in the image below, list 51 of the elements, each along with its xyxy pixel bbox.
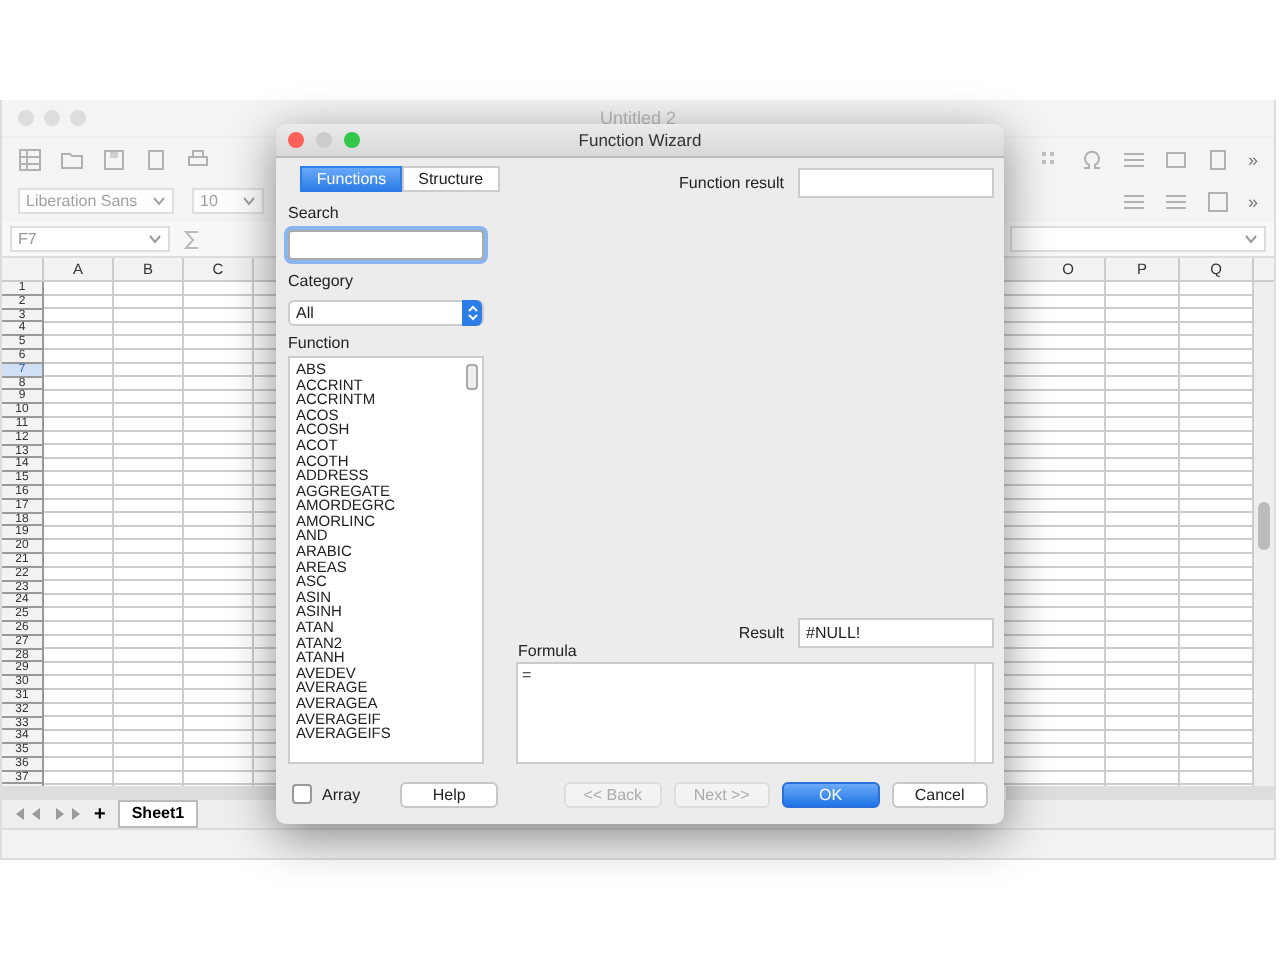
align-icon[interactable] <box>1121 147 1146 171</box>
sheet-navigation-icon[interactable] <box>14 808 82 820</box>
formula-label: Formula <box>518 642 579 660</box>
cell-column[interactable] <box>1032 282 1106 786</box>
folder-icon[interactable] <box>60 147 84 171</box>
frame-icon[interactable] <box>1163 147 1188 171</box>
function-result-label: Function result <box>679 174 784 192</box>
vertical-scrollbar[interactable] <box>1254 282 1274 786</box>
result-label: Result <box>738 624 784 642</box>
overflow-chevron[interactable]: » <box>1247 191 1258 211</box>
search-label: Search <box>288 204 341 224</box>
result-field: #NULL! <box>798 618 994 648</box>
cell-column[interactable] <box>44 282 114 786</box>
print-icon[interactable] <box>186 147 210 171</box>
caret-icon <box>242 196 256 206</box>
cell-column[interactable] <box>114 282 184 786</box>
caret-icon <box>152 196 166 206</box>
sheet-tab[interactable]: Sheet1 <box>117 800 199 828</box>
align-icon[interactable] <box>1121 189 1146 213</box>
document-icon[interactable] <box>1205 147 1230 171</box>
horizontal-scrollbar[interactable] <box>1006 786 1274 800</box>
border-icon[interactable] <box>1205 189 1230 213</box>
array-label: Array <box>322 785 361 803</box>
search-field[interactable] <box>288 230 484 260</box>
function-label: Function <box>288 333 352 354</box>
document-icon[interactable] <box>144 147 168 171</box>
scrollbar-thumb[interactable] <box>466 363 478 390</box>
category-dropdown[interactable]: All <box>288 299 484 326</box>
dialog-title: Function Wizard <box>578 130 702 150</box>
cell-column[interactable] <box>1180 282 1254 786</box>
omega-icon[interactable] <box>1079 147 1104 171</box>
formula-input[interactable] <box>1010 226 1266 252</box>
table-icon[interactable] <box>18 147 42 171</box>
caret-icon <box>148 234 162 244</box>
category-label: Category <box>288 271 355 292</box>
formula-field[interactable]: = <box>516 662 994 764</box>
align-icon[interactable] <box>1163 189 1188 213</box>
add-sheet-button[interactable]: + <box>94 803 106 825</box>
array-checkbox[interactable] <box>292 784 312 804</box>
sum-icon[interactable] <box>182 229 202 249</box>
caret-icon <box>1244 234 1258 244</box>
cell-column[interactable] <box>184 282 254 786</box>
save-icon[interactable] <box>102 147 126 171</box>
cancel-button[interactable]: Cancel <box>891 781 989 807</box>
horizontal-scrollbar[interactable] <box>2 786 276 800</box>
updown-icon[interactable] <box>467 303 477 322</box>
window-controls[interactable] <box>288 132 360 148</box>
help-button[interactable]: Help <box>400 781 498 807</box>
overflow-chevron[interactable]: » <box>1247 149 1258 169</box>
tab[interactable]: Structure <box>402 166 500 192</box>
cell-column[interactable] <box>1106 282 1180 786</box>
